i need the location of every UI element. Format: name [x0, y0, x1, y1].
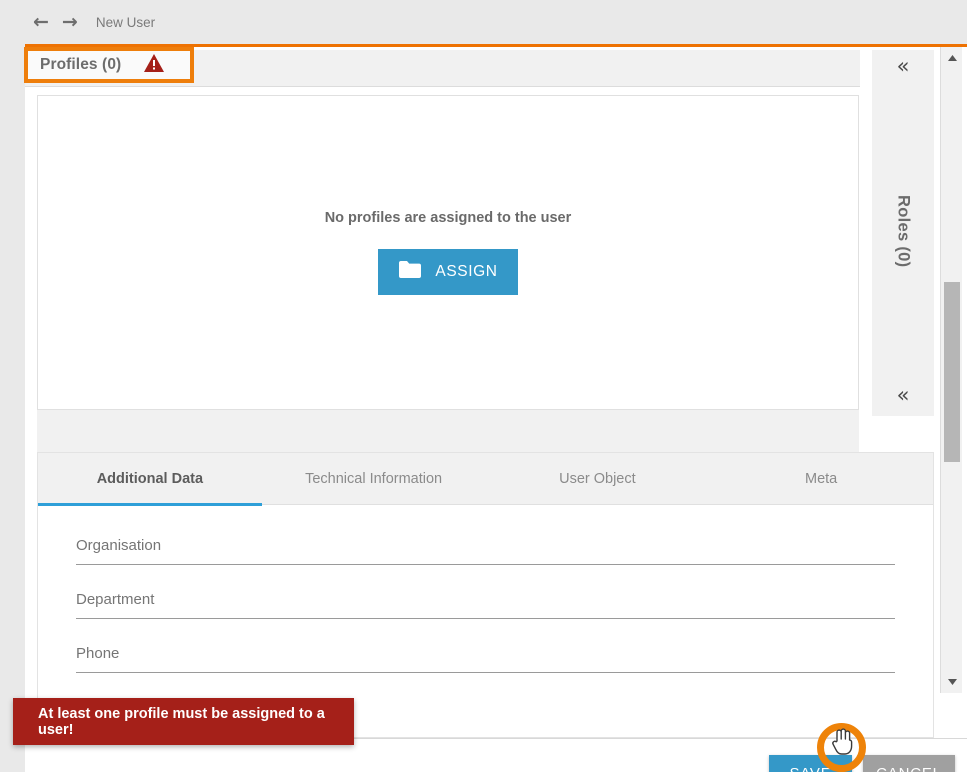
save-button[interactable]: SAVE [769, 755, 852, 772]
organisation-field-wrapper [76, 527, 895, 565]
chevron-double-left-icon-top[interactable]: « [897, 56, 910, 77]
tab-meta-label: Meta [805, 471, 837, 487]
organisation-input[interactable] [76, 527, 895, 565]
arrow-right-icon[interactable]: → [62, 13, 78, 32]
details-tab-panel: Additional Data Technical Information Us… [37, 452, 934, 738]
phone-field-wrapper [76, 635, 895, 673]
vertical-scrollbar[interactable] [940, 47, 962, 693]
breadcrumb[interactable]: New User [96, 15, 155, 30]
tab-strip: Additional Data Technical Information Us… [38, 453, 933, 505]
profiles-title-highlight[interactable]: Profiles (0) [24, 47, 194, 83]
phone-input[interactable] [76, 635, 895, 673]
tab-user-object-label: User Object [559, 471, 636, 487]
profiles-title: Profiles (0) [40, 56, 121, 74]
tab-technical-information-label: Technical Information [305, 471, 442, 487]
empty-state-message: No profiles are assigned to the user [325, 210, 572, 226]
department-field-wrapper [76, 581, 895, 619]
error-toast-message: At least one profile must be assigned to… [38, 706, 354, 738]
tab-additional-data-label: Additional Data [97, 471, 203, 487]
page-surface: Profiles (0) No profiles are assigned to… [25, 44, 967, 772]
left-rail [0, 44, 25, 772]
error-toast: At least one profile must be assigned to… [13, 698, 354, 745]
arrow-left-icon[interactable]: ← [33, 13, 49, 32]
roles-panel-collapsed[interactable]: « Roles (0) « [872, 50, 934, 416]
chevron-double-left-icon-bottom[interactable]: « [897, 385, 910, 406]
assign-button[interactable]: ASSIGN [378, 249, 517, 295]
top-navigation-bar: ← → New User [0, 0, 967, 44]
warning-triangle-icon [143, 53, 165, 78]
panel-gap [37, 410, 859, 456]
tab-meta[interactable]: Meta [709, 453, 933, 505]
triangle-up-icon[interactable] [941, 49, 963, 67]
triangle-down-icon[interactable] [941, 673, 963, 691]
folder-icon [398, 260, 422, 284]
tab-technical-information[interactable]: Technical Information [262, 453, 486, 505]
tab-user-object[interactable]: User Object [486, 453, 710, 505]
additional-data-form [38, 505, 933, 673]
scrollbar-thumb[interactable] [944, 282, 960, 462]
application-window: ← → New User Profiles (0) No profiles ar… [0, 0, 967, 772]
cancel-button[interactable]: CANCEL [863, 755, 955, 772]
tab-additional-data[interactable]: Additional Data [38, 453, 262, 505]
profiles-content-card: No profiles are assigned to the user ASS… [37, 95, 859, 410]
assign-button-label: ASSIGN [435, 263, 497, 281]
department-input[interactable] [76, 581, 895, 619]
roles-panel-label: Roles (0) [894, 195, 913, 267]
